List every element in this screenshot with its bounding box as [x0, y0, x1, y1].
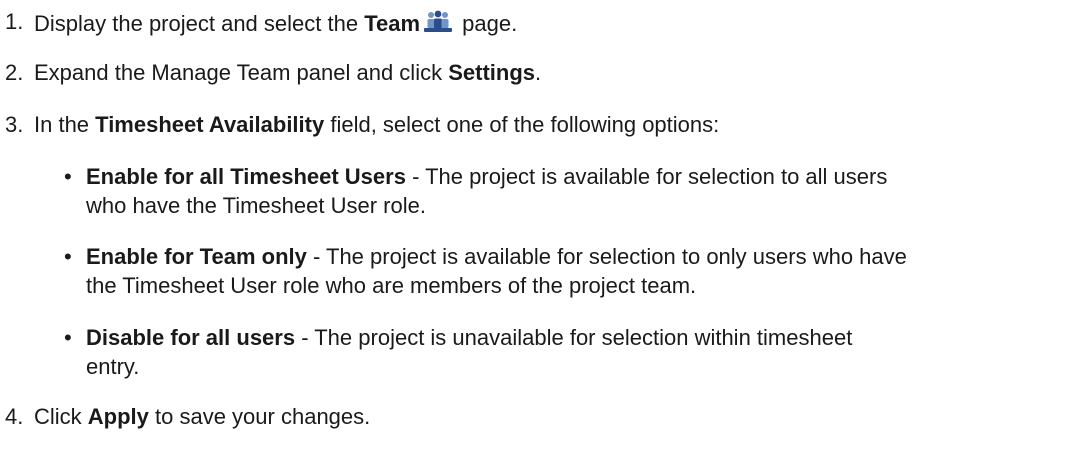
step-text-post: field, select one of the following optio… — [324, 112, 720, 137]
step-number: 4. — [5, 404, 24, 429]
step-text-pre: In the — [34, 112, 96, 137]
step-number: 2. — [5, 60, 24, 85]
bullet: • — [64, 164, 72, 189]
step-number: 1. — [5, 9, 24, 34]
step-text-pre: Expand the Manage Team panel and click — [34, 60, 449, 85]
option-text-line1: Enable for Team only - The project is av… — [86, 244, 907, 270]
option-title: Disable for all users — [86, 325, 296, 350]
step-text: Display the project and select the Team … — [34, 9, 517, 37]
step-text-post: to save your changes. — [148, 404, 371, 429]
option-title: Enable for Team only — [86, 244, 307, 269]
step-number: 3. — [5, 112, 24, 137]
option-text-line2: who have the Timesheet User role. — [86, 193, 426, 218]
apply-label: Apply — [87, 404, 149, 429]
bullet: • — [64, 325, 72, 350]
option-text-line1: Disable for all users - The project is u… — [86, 325, 852, 351]
step-text: Click Apply to save your changes. — [34, 404, 370, 430]
option-desc: - The project is available for selection… — [405, 164, 888, 189]
team-page-label: Team — [364, 11, 421, 36]
option-desc: - The project is unavailable for selecti… — [295, 325, 853, 350]
instruction-steps: 1. Display the project and select the Te… — [0, 0, 1067, 457]
step-text: Expand the Manage Team panel and click S… — [34, 60, 541, 86]
step-text: In the Timesheet Availability field, sel… — [34, 112, 719, 138]
timesheet-availability-label: Timesheet Availability — [95, 112, 325, 137]
settings-label: Settings — [448, 60, 535, 85]
step-text-pre: Click — [34, 404, 88, 429]
option-text-line2: entry. — [86, 354, 140, 379]
bullet: • — [64, 244, 72, 269]
option-text-line2: the Timesheet User role who are members … — [86, 273, 697, 298]
option-title: Enable for all Timesheet Users — [86, 164, 406, 189]
step-text-post: page. — [456, 11, 518, 36]
option-text-line1: Enable for all Timesheet Users - The pro… — [86, 164, 887, 190]
option-desc: - The project is available for selection… — [306, 244, 907, 269]
step-text-pre: Display the project and select the — [34, 11, 365, 36]
team-icon — [422, 9, 454, 35]
step-text-post: . — [535, 60, 542, 85]
